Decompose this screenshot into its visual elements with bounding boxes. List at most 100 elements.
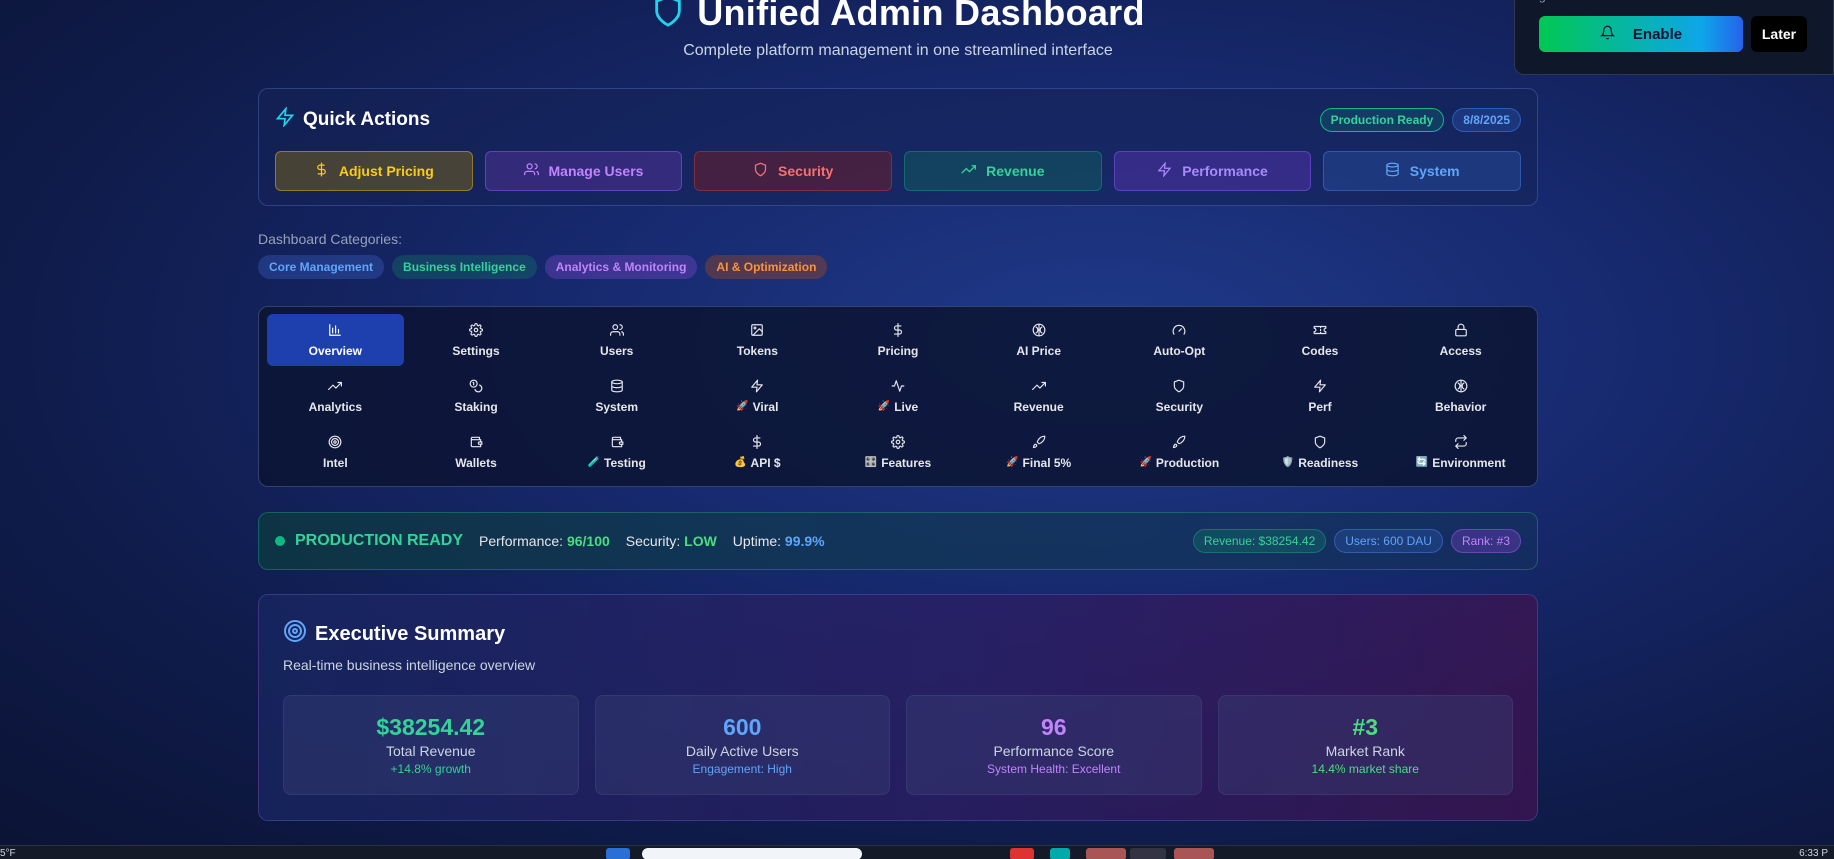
daily-active-users-card: 600 Daily Active Users Engagement: High — [594, 695, 890, 795]
search-box[interactable] — [642, 848, 862, 859]
tab-viral[interactable]: 🚀 Viral — [689, 370, 826, 422]
tab-staking[interactable]: Staking — [408, 370, 545, 422]
users-badge: Users: 600 DAU — [1334, 529, 1443, 553]
app-icon[interactable] — [1174, 848, 1214, 859]
tab-label: Pricing — [878, 344, 919, 358]
tab-text: System — [595, 399, 639, 414]
bell-icon — [1599, 25, 1616, 44]
manage-users-button[interactable]: Manage Users — [484, 151, 683, 191]
tab-codes[interactable]: Codes — [1252, 314, 1389, 366]
brain-icon — [1454, 379, 1468, 396]
tab-security[interactable]: Security — [1111, 370, 1248, 422]
ticket-icon — [1313, 323, 1327, 340]
metric-label: Security: — [625, 533, 681, 549]
system-button[interactable]: System — [1323, 151, 1521, 191]
tab-readiness[interactable]: 🛡️ Readiness — [1252, 426, 1389, 478]
app-icon[interactable] — [1050, 848, 1070, 859]
adjust-pricing-button[interactable]: Adjust Pricing — [275, 151, 473, 191]
security-button[interactable]: Security — [694, 151, 892, 191]
card-label: Market Rank — [1325, 743, 1405, 759]
button-label: Manage Users — [548, 163, 644, 179]
category-core-management[interactable]: Core Management — [258, 255, 385, 279]
tab-overview[interactable]: Overview — [267, 314, 404, 366]
tab-text: Live — [894, 399, 919, 414]
tab-label: 🛡️ Readiness — [1282, 456, 1358, 470]
tab-text: Behavior — [1434, 399, 1487, 414]
tab-label: Users — [600, 344, 633, 358]
tab-label: Intel — [323, 456, 348, 470]
tab-final-5[interactable]: 🚀 Final 5% — [970, 426, 1107, 478]
app-icon[interactable] — [1086, 848, 1126, 859]
image-icon — [750, 323, 764, 340]
tab-auto-opt[interactable]: Auto-Opt — [1111, 314, 1248, 366]
dashboard-tabs: Overview Settings Users Tokens Pricing AI Pri… — [258, 306, 1538, 487]
tab-environment[interactable]: 🔄 Environment — [1392, 426, 1529, 478]
gauge-icon — [1172, 323, 1186, 340]
tab-system[interactable]: System — [548, 370, 685, 422]
database-icon — [1385, 162, 1400, 180]
start-icon[interactable] — [606, 848, 630, 859]
tab-production[interactable]: 🚀 Production — [1111, 426, 1248, 478]
arrows-icon — [1454, 434, 1468, 452]
tab-text: Security — [1155, 399, 1203, 414]
tab-text: Wallets — [455, 455, 497, 470]
tab-api[interactable]: 💰 API $ — [689, 426, 826, 478]
tab-access[interactable]: Access — [1392, 314, 1529, 366]
tab-text: Overview — [308, 343, 363, 358]
app-icon[interactable] — [1130, 848, 1166, 859]
header: Unified Admin Dashboard Complete platfor… — [258, 0, 1538, 70]
category-analytics-monitoring[interactable]: Analytics & Monitoring — [544, 255, 698, 279]
tab-label: Overview — [309, 344, 362, 358]
emoji-icon: 💰 — [734, 457, 747, 468]
quick-actions-title: Quick Actions — [275, 105, 430, 133]
tab-pricing[interactable]: Pricing — [830, 314, 967, 366]
later-button[interactable]: Later — [1751, 16, 1807, 52]
tab-revenue[interactable]: Revenue — [970, 370, 1107, 422]
quick-actions-panel: Quick Actions Production Ready 8/8/2025 … — [258, 88, 1538, 206]
tab-text: Codes — [1301, 343, 1339, 358]
tab-features[interactable]: 🎛️ Features — [830, 426, 967, 478]
tab-behavior[interactable]: Behavior — [1392, 370, 1529, 422]
trending-up-icon — [961, 162, 977, 180]
tab-ai-price[interactable]: AI Price — [970, 314, 1107, 366]
category-ai-optimization[interactable]: AI & Optimization — [705, 255, 828, 279]
emoji-icon: 🔄 — [1415, 457, 1429, 468]
tab-text: Environment — [1432, 455, 1506, 470]
weather-text: 5°F — [0, 848, 16, 859]
tab-testing[interactable]: 🧪 Testing — [548, 426, 685, 478]
tab-label: Settings — [452, 344, 499, 358]
production-ready-title: PRODUCTION READY — [295, 532, 464, 549]
tab-perf[interactable]: Perf — [1252, 370, 1389, 422]
target-icon — [283, 619, 307, 649]
dollar-icon — [891, 322, 905, 340]
enable-notifications-button[interactable]: Enable — [1539, 16, 1743, 52]
shield-icon — [651, 0, 685, 33]
tab-label: Analytics — [309, 400, 362, 414]
executive-summary-title: Executive Summary — [283, 619, 1513, 649]
tab-text: Analytics — [308, 399, 362, 414]
tab-live[interactable]: 🚀 Live — [830, 370, 967, 422]
performance-button[interactable]: Performance — [1113, 151, 1312, 191]
button-label: Security — [778, 163, 834, 179]
app-icon[interactable] — [1010, 848, 1034, 859]
tab-users[interactable]: Users — [548, 314, 685, 366]
tab-wallets[interactable]: Wallets — [408, 426, 545, 478]
zap-icon — [750, 379, 764, 396]
emoji-icon: 🧪 — [587, 457, 600, 468]
card-value: $38254.42 — [376, 714, 486, 740]
tab-analytics[interactable]: Analytics — [267, 370, 404, 422]
production-ready-badge: Production Ready — [1319, 108, 1445, 132]
tab-label: AI Price — [1016, 344, 1061, 358]
tab-intel[interactable]: Intel — [267, 426, 404, 478]
tab-tokens[interactable]: Tokens — [689, 314, 826, 366]
button-label: Revenue — [986, 163, 1045, 179]
tab-text: Features — [881, 455, 932, 470]
revenue-button[interactable]: Revenue — [904, 151, 1102, 191]
tab-settings[interactable]: Settings — [408, 314, 545, 366]
notification-prompt: g Enable Later — [1514, 0, 1834, 75]
tab-label: Behavior — [1435, 400, 1486, 414]
category-business-intelligence[interactable]: Business Intelligence — [392, 255, 537, 279]
clock-text: 6:33 P — [1799, 848, 1828, 859]
wallet-icon — [469, 435, 483, 452]
tab-label: Perf — [1308, 400, 1331, 414]
